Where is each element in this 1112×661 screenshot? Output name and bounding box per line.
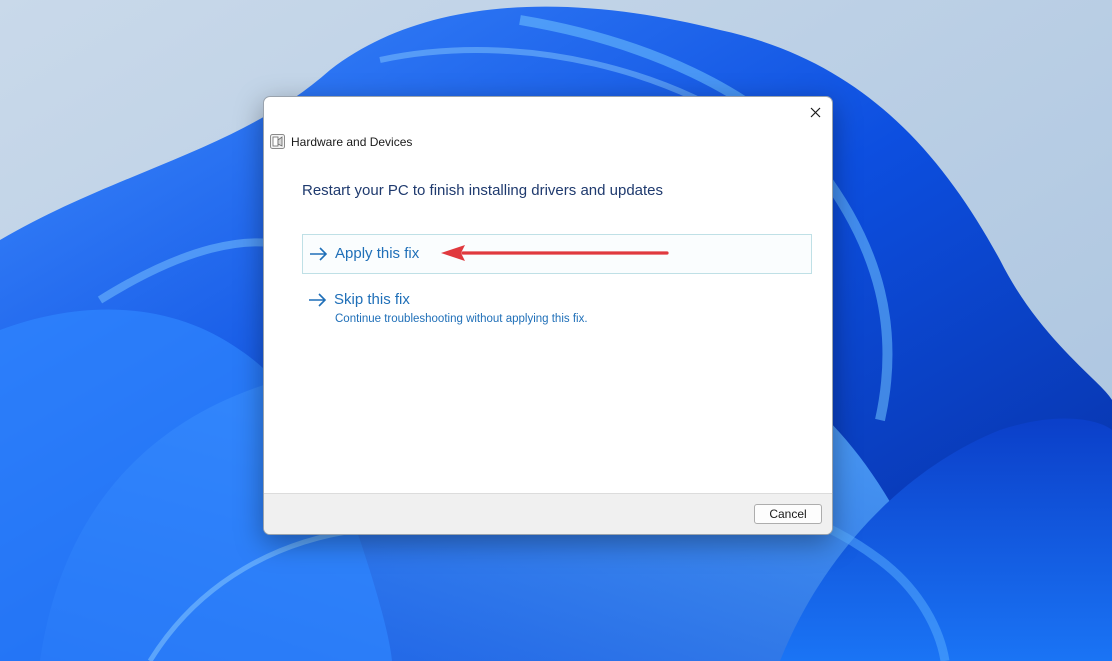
window-title: Hardware and Devices bbox=[291, 134, 413, 149]
red-arrow-pointer bbox=[441, 245, 669, 261]
arrow-right-icon bbox=[310, 246, 328, 261]
page-heading: Restart your PC to finish installing dri… bbox=[302, 182, 664, 199]
dialog-title-bar: Hardware and Devices bbox=[270, 134, 412, 149]
cancel-button[interactable]: Cancel bbox=[754, 504, 822, 524]
arrow-right-icon bbox=[309, 292, 327, 307]
troubleshooter-dialog: Hardware and Devices Restart your PC to … bbox=[263, 96, 833, 535]
apply-fix-label: Apply this fix bbox=[335, 245, 420, 262]
close-icon bbox=[810, 107, 820, 117]
skip-fix-description: Continue troubleshooting without applyin… bbox=[335, 313, 588, 325]
skip-fix-option[interactable]: Skip this fix Continue troubleshooting w… bbox=[302, 282, 812, 330]
troubleshooter-icon bbox=[270, 134, 285, 149]
skip-fix-label: Skip this fix bbox=[334, 291, 410, 308]
close-button[interactable] bbox=[802, 100, 828, 124]
dialog-footer: Cancel bbox=[264, 493, 832, 534]
